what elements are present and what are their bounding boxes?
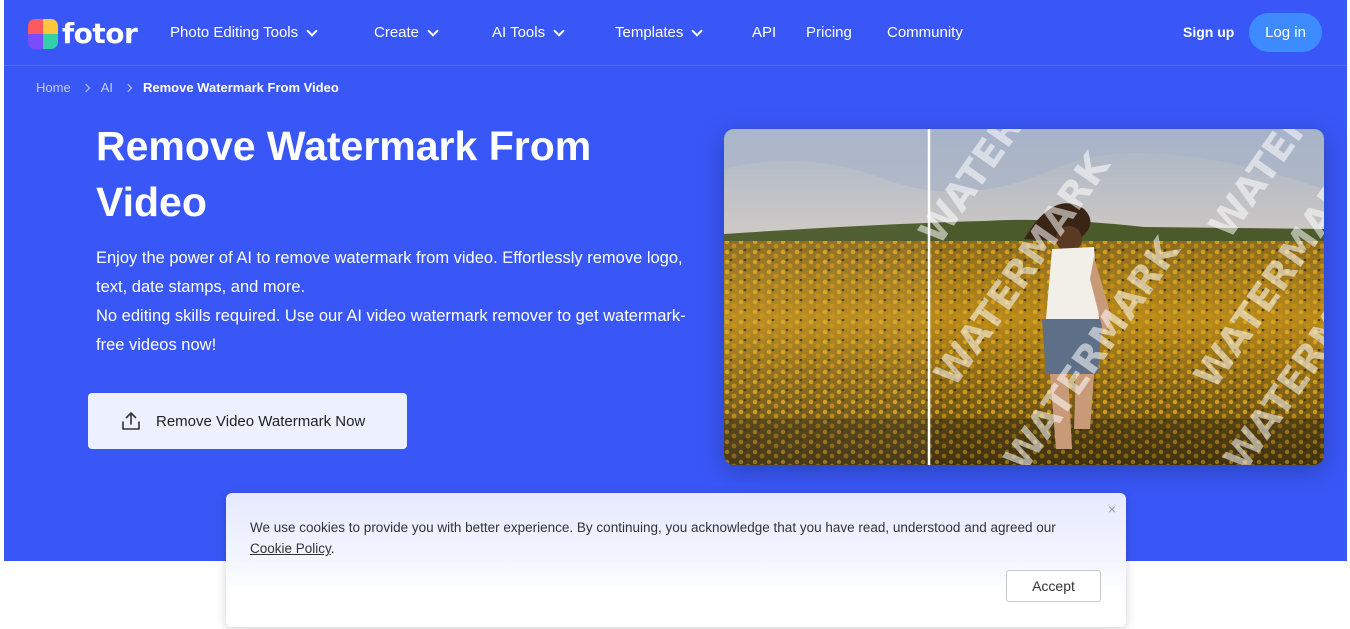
- top-nav: fotor Photo Editing Tools Create AI Tool…: [4, 0, 1347, 66]
- nav-pricing[interactable]: Pricing: [806, 24, 852, 41]
- nav-label: AI Tools: [492, 24, 546, 41]
- hero-description: Enjoy the power of AI to remove watermar…: [96, 244, 696, 360]
- breadcrumb: Home AI Remove Watermark From Video: [36, 80, 339, 95]
- remove-video-watermark-button[interactable]: Remove Video Watermark Now: [88, 393, 407, 449]
- fotor-logo-icon: [28, 18, 58, 49]
- chevron-right-icon: [81, 83, 90, 92]
- nav-label: Templates: [615, 24, 684, 41]
- description-line-1: Enjoy the power of AI to remove watermar…: [96, 249, 683, 296]
- description-line-2: No editing skills required. Use our AI v…: [96, 307, 686, 354]
- page-title: Remove Watermark From Video: [96, 123, 592, 225]
- breadcrumb-ai[interactable]: AI: [101, 80, 113, 95]
- hero-section: fotor Photo Editing Tools Create AI Tool…: [4, 0, 1347, 561]
- nav-templates[interactable]: Templates: [615, 24, 704, 41]
- upload-icon: [122, 412, 140, 430]
- nav-create[interactable]: Create: [374, 24, 439, 41]
- cta-label: Remove Video Watermark Now: [156, 412, 366, 430]
- chevron-right-icon: [123, 83, 133, 92]
- nav-community[interactable]: Community: [887, 24, 963, 41]
- chevron-down-icon: [553, 24, 565, 37]
- girl-in-flower-field-illustration: WATERMARK WATERMARK WATERMARK WATERMARK …: [724, 129, 1324, 465]
- logo-text: fotor: [62, 17, 138, 50]
- cookie-text-end: .: [330, 541, 335, 556]
- chevron-down-icon: [306, 24, 318, 37]
- log-in-button[interactable]: Log in: [1249, 13, 1322, 52]
- nav-ai-tools[interactable]: AI Tools: [492, 24, 565, 41]
- nav-photo-editing-tools[interactable]: Photo Editing Tools: [170, 24, 318, 41]
- cookie-text: We use cookies to provide you with bette…: [250, 520, 1056, 535]
- chevron-down-icon: [691, 24, 704, 37]
- breadcrumb-current: Remove Watermark From Video: [142, 80, 339, 95]
- accept-cookies-button[interactable]: Accept: [1006, 570, 1101, 602]
- cookie-banner: × We use cookies to provide you with bet…: [226, 493, 1126, 627]
- cookie-policy-link[interactable]: Cookie Policy: [250, 541, 331, 556]
- sign-up-link[interactable]: Sign up: [1183, 24, 1234, 40]
- nav-api[interactable]: API: [752, 24, 776, 41]
- nav-label: Create: [374, 24, 420, 41]
- breadcrumb-home[interactable]: Home: [36, 80, 71, 95]
- before-after-preview-image: WATERMARK WATERMARK WATERMARK WATERMARK …: [724, 129, 1324, 465]
- chevron-down-icon: [427, 24, 439, 37]
- nav-label: Photo Editing Tools: [170, 24, 299, 41]
- cookie-message: We use cookies to provide you with bette…: [250, 517, 1080, 559]
- close-icon[interactable]: ×: [1108, 501, 1116, 517]
- fotor-logo[interactable]: fotor: [28, 17, 138, 50]
- nav-label: Community: [887, 24, 963, 41]
- nav-label: API: [752, 24, 777, 41]
- nav-label: Pricing: [806, 24, 852, 41]
